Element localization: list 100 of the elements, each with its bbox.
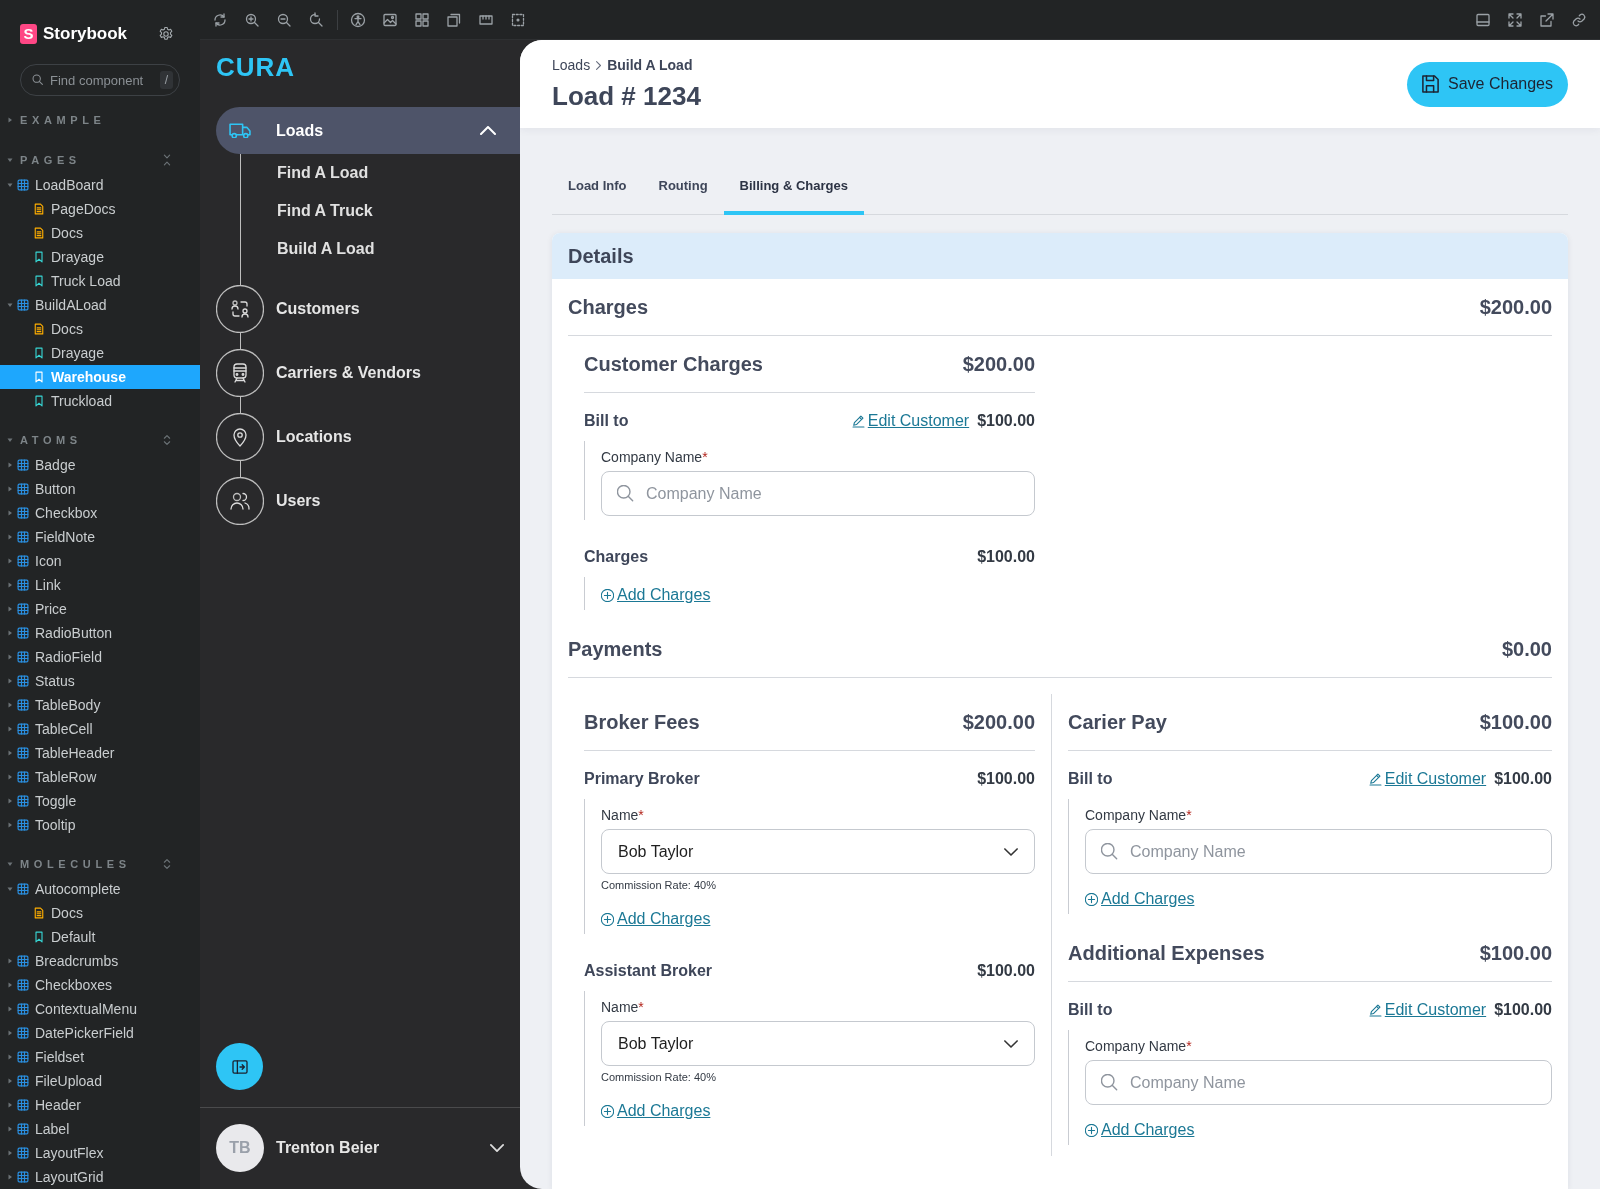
group-title: Bill to — [1068, 1001, 1113, 1019]
tree-item[interactable]: Breadcrumbs — [0, 949, 200, 973]
section-header[interactable]: MOLECULES — [6, 854, 131, 874]
logo-mark: S — [20, 24, 37, 44]
section-title: Broker Fees — [584, 710, 700, 734]
nav-item[interactable]: Customers — [216, 285, 520, 333]
tree-item[interactable]: Truck Load — [0, 269, 200, 293]
tree-item[interactable]: Autocomplete — [0, 877, 200, 901]
bookmark-icon — [33, 347, 45, 359]
tree-item[interactable]: Checkboxes — [0, 973, 200, 997]
zoom-reset-icon[interactable] — [308, 11, 324, 28]
tree-item[interactable]: Header — [0, 1093, 200, 1117]
stacked-windows-icon[interactable] — [446, 11, 462, 28]
field-label: Name* — [601, 998, 645, 1016]
section-title: Customer Charges — [584, 352, 763, 376]
tab[interactable]: Billing & Charges — [723, 167, 864, 215]
edit-link[interactable]: Edit Customer — [851, 412, 970, 430]
grid-icon — [17, 819, 29, 831]
tree-item[interactable]: Link — [0, 573, 200, 597]
tree-item[interactable]: BuildALoad — [0, 293, 200, 317]
dropdown[interactable]: Bob Taylor — [601, 829, 1035, 874]
tree-item[interactable]: RadioField — [0, 645, 200, 669]
tab[interactable]: Load Info — [552, 167, 643, 215]
grid-icon — [17, 1147, 29, 1159]
tree-item[interactable]: Toggle — [0, 789, 200, 813]
tree-item[interactable]: RadioButton — [0, 621, 200, 645]
field-note: Commission Rate: 40% — [601, 878, 717, 892]
nav-subitem[interactable]: Build A Load — [241, 230, 375, 268]
tree-item[interactable]: Status — [0, 669, 200, 693]
refresh-icon[interactable] — [212, 11, 228, 28]
tree-item[interactable]: ContextualMenu — [0, 997, 200, 1021]
tree-item[interactable]: Drayage — [0, 341, 200, 365]
edit-link[interactable]: Edit Customer — [1368, 1001, 1487, 1019]
tree-item[interactable]: Icon — [0, 549, 200, 573]
chevron-down-icon[interactable] — [490, 1144, 504, 1152]
tree-item[interactable]: Drayage — [0, 245, 200, 269]
bookmark-icon — [33, 931, 45, 943]
zoom-out-icon[interactable] — [276, 11, 292, 28]
section-header[interactable]: PAGES — [6, 150, 81, 170]
tree-item[interactable]: Docs — [0, 901, 200, 925]
grid-icon[interactable] — [414, 11, 430, 28]
add-link[interactable]: Add Charges — [1085, 1119, 1195, 1141]
tree-item[interactable]: Price — [0, 597, 200, 621]
grid-icon — [17, 651, 29, 663]
tree-item[interactable]: Default — [0, 925, 200, 949]
tree-item[interactable]: PageDocs — [0, 197, 200, 221]
fullscreen-icon[interactable] — [1507, 11, 1523, 28]
tree-item[interactable]: TableCell — [0, 717, 200, 741]
nav-item[interactable]: Users — [216, 477, 520, 525]
tree-item[interactable]: Button — [0, 477, 200, 501]
external-link-icon[interactable] — [1539, 11, 1555, 28]
edit-link[interactable]: Edit Customer — [1368, 770, 1487, 788]
tree-item[interactable]: Badge — [0, 453, 200, 477]
add-link[interactable]: Add Charges — [601, 584, 711, 606]
nav-subitem[interactable]: Find A Truck — [241, 192, 373, 230]
tree-item[interactable]: TableRow — [0, 765, 200, 789]
grid-icon — [17, 1099, 29, 1111]
panel-icon[interactable] — [1475, 11, 1491, 28]
truck-icon — [229, 123, 251, 138]
tree-item[interactable]: LoadBoard — [0, 173, 200, 197]
section-header[interactable]: ATOMS — [6, 430, 82, 450]
grid-icon — [17, 627, 29, 639]
tree-item[interactable]: FileUpload — [0, 1069, 200, 1093]
document-icon — [33, 203, 45, 215]
nav-subitem[interactable]: Find A Load — [241, 154, 369, 192]
breadcrumb-link[interactable]: Loads — [552, 57, 591, 73]
nav-item[interactable]: Locations — [216, 413, 520, 461]
plus-circle-icon — [601, 588, 614, 602]
tree-item[interactable]: Fieldset — [0, 1045, 200, 1069]
tree-item[interactable]: LayoutGrid — [0, 1165, 200, 1189]
dashed-square-icon[interactable] — [510, 11, 526, 28]
tree-item[interactable]: Truckload — [0, 389, 200, 413]
tab[interactable]: Routing — [642, 167, 724, 215]
tree-item[interactable]: Docs — [0, 317, 200, 341]
tree-item[interactable]: TableHeader — [0, 741, 200, 765]
tree-item[interactable]: Docs — [0, 221, 200, 245]
tree-item[interactable]: LayoutFlex — [0, 1141, 200, 1165]
tree-item[interactable]: Tooltip — [0, 813, 200, 837]
amount: $100.00 — [977, 548, 1035, 566]
image-icon[interactable] — [382, 11, 398, 28]
link-icon[interactable] — [1571, 11, 1587, 28]
section-header[interactable]: EXAMPLE — [6, 110, 106, 130]
add-link[interactable]: Add Charges — [601, 908, 711, 930]
accessibility-icon[interactable] — [350, 11, 366, 28]
add-link[interactable]: Add Charges — [1085, 888, 1195, 910]
save-button[interactable]: Save Changes — [1407, 61, 1568, 107]
nav-item[interactable]: Carriers & Vendors — [216, 349, 520, 397]
dropdown[interactable]: Bob Taylor — [601, 1021, 1035, 1066]
sidebar-toggle-button[interactable] — [216, 1043, 263, 1090]
chevron-up-icon[interactable] — [480, 126, 496, 135]
tree-item[interactable]: Checkbox — [0, 501, 200, 525]
tree-item[interactable]: TableBody — [0, 693, 200, 717]
tree-item[interactable]: FieldNote — [0, 525, 200, 549]
nav-item[interactable]: Loads — [216, 107, 520, 154]
tree-item[interactable]: Label — [0, 1117, 200, 1141]
settings-icon[interactable] — [158, 26, 174, 42]
add-link[interactable]: Add Charges — [601, 1100, 711, 1122]
document-icon — [33, 227, 45, 239]
zoom-in-icon[interactable] — [244, 11, 260, 28]
tree-item[interactable]: DatePickerField — [0, 1021, 200, 1045]
